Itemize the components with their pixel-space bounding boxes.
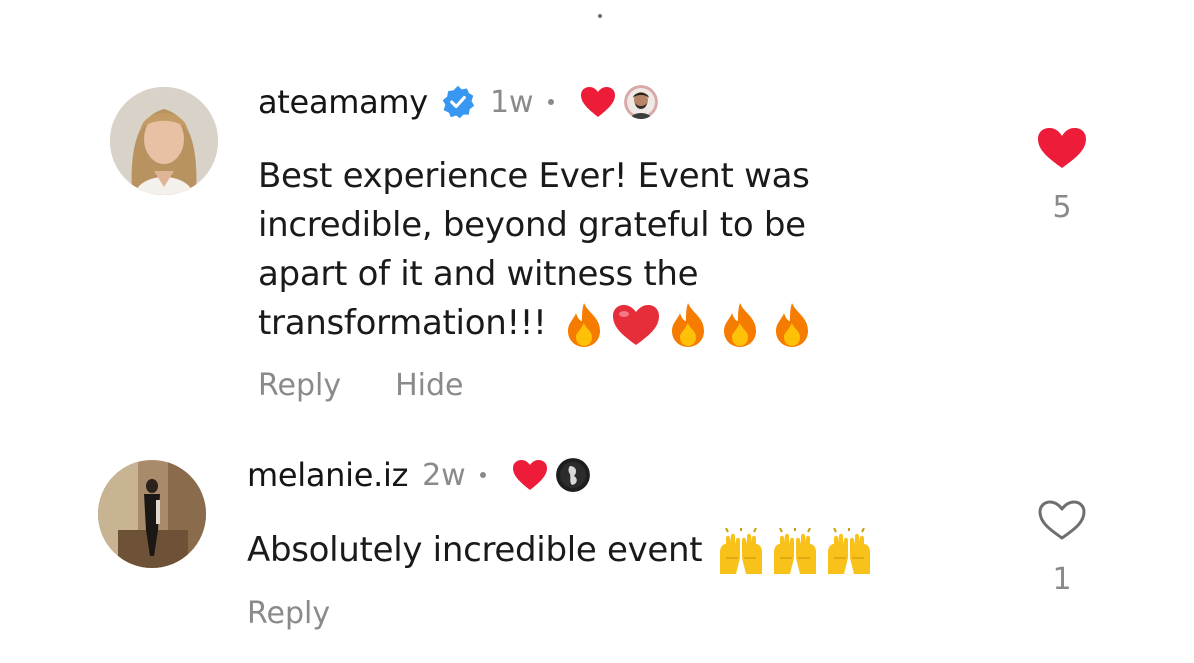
creator-avatar	[623, 85, 658, 119]
comment-username[interactable]: ateamamy	[258, 83, 428, 121]
like-count: 1	[1052, 562, 1072, 597]
comment-text-line: Best experience Ever! Event was	[258, 156, 810, 196]
reply-button[interactable]: Reply	[247, 596, 330, 631]
raised-hands-icon	[828, 527, 871, 574]
comment-timestamp: 1w	[489, 84, 534, 120]
comment-text-line: transformation!!!	[258, 303, 547, 343]
like-heart-outline-icon[interactable]	[1036, 498, 1088, 542]
creator-liked-heart-icon	[580, 87, 615, 117]
comment-username[interactable]: melanie.iz	[247, 456, 408, 494]
creator-liked-heart-icon	[512, 460, 547, 490]
fire-icon	[724, 302, 757, 347]
reply-button[interactable]: Reply	[258, 368, 341, 403]
like-count: 5	[1052, 190, 1072, 225]
emoji-run	[714, 527, 876, 576]
comment-text-line: Absolutely incredible event	[247, 530, 703, 570]
comment-text: Absolutely incredible event	[247, 526, 1007, 576]
avatar[interactable]	[110, 87, 218, 195]
fire-icon	[568, 302, 601, 347]
comment-timestamp: 2w	[422, 457, 466, 493]
fire-icon	[672, 302, 705, 347]
separator-dot	[479, 472, 486, 478]
like-heart-icon[interactable]	[1036, 126, 1088, 170]
hide-button[interactable]: Hide	[395, 368, 463, 403]
verified-badge-icon	[442, 85, 475, 119]
creator-avatar	[555, 458, 590, 492]
avatar[interactable]	[98, 460, 206, 568]
comment-text-line: incredible, beyond grateful to be	[258, 205, 806, 245]
raised-hands-icon	[720, 527, 763, 574]
comment-text: Best experience Ever! Event was incredib…	[258, 152, 958, 349]
raised-hands-icon	[774, 527, 817, 574]
comments-panel: ateamamy 1w Best experience Ever! Event …	[0, 0, 1194, 663]
comment-text-line: apart of it and witness the	[258, 254, 699, 294]
drag-handle-dot	[598, 14, 602, 18]
emoji-run	[558, 301, 818, 349]
red-heart-icon	[613, 304, 660, 345]
separator-dot	[547, 99, 554, 105]
fire-icon	[776, 302, 809, 347]
